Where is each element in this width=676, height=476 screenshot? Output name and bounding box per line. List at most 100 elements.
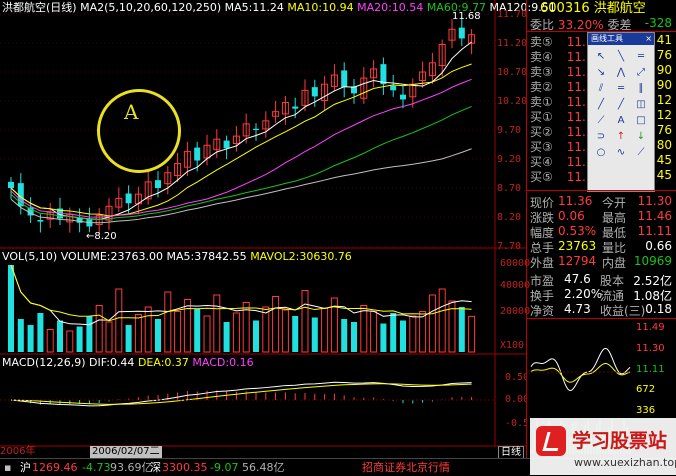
draw-tool-icon[interactable]: ╱ [591, 97, 611, 113]
watermark-title: 学习股票站 [572, 430, 668, 452]
buy-price: 11. [566, 170, 586, 184]
ma5-value: MA5:11.24 [224, 1, 284, 14]
date-cursor-label: 2006/02/07二 [90, 446, 162, 458]
buy-volume: 12 [656, 108, 672, 122]
stat-l2: 内盘 [602, 256, 627, 270]
volume-bar [223, 322, 230, 352]
low-price-label: ←8.20 [86, 231, 117, 242]
wecha-value: -328 [644, 16, 672, 30]
mini-tick: 336 [636, 405, 656, 416]
vol-ma5: MA5:37842.55 [166, 250, 247, 263]
draw-tool-icon[interactable]: ⫽ [591, 81, 611, 97]
sell-label: 卖② [530, 80, 553, 94]
volume-bar [390, 313, 397, 352]
sell-volume: 41 [656, 33, 672, 47]
ma20-value: MA20:10.54 [357, 1, 424, 14]
draw-tool-icon[interactable]: ⋀ [611, 65, 631, 81]
stat-v1: 11.36 [558, 194, 593, 208]
stat-l1: 外盘 [530, 256, 555, 270]
toolbox-grid: ↖ ╲ ═ ↘ ⋀ ⤢ ⫽ ═ ∥ ╱ ╱ ◫ ⟋ A □ ⊃ ↑ ↓ ○ ∿ ⟋ [591, 49, 651, 161]
fund-v1: 47.6 [564, 272, 591, 286]
volume-bar [125, 325, 132, 352]
webi-label: 委比 [530, 18, 555, 32]
draw-tool-icon[interactable]: ═ [611, 81, 631, 97]
watermark: 学习股票站 www.xuexizhan.top [530, 418, 676, 475]
volume-bar [380, 323, 387, 352]
draw-tool-icon[interactable]: ⟋ [631, 145, 651, 161]
stat-v2: 0.66 [645, 239, 672, 253]
volume-bar [155, 319, 161, 352]
draw-tool-icon[interactable]: ↘ [591, 65, 611, 81]
draw-tool-icon[interactable]: ○ [591, 145, 611, 161]
vol-tick: X100 [500, 340, 525, 351]
vol-mavol2: MAVOL2:30630.76 [250, 250, 352, 263]
buy-volume: 45 [656, 153, 672, 167]
fund-v1: 2.20% [564, 287, 603, 301]
fund-l2: 收益(三) [600, 304, 646, 318]
draw-tool-icon[interactable]: ╱ [611, 97, 631, 113]
draw-tool-icon[interactable]: ⟋ [591, 113, 611, 129]
watermark-logo-icon [536, 426, 566, 456]
sz-change: -9.07 [210, 461, 239, 474]
mini-tick: 11.49 [636, 322, 665, 333]
fund-row: 净资 4.73 收益(三) 0.18 [530, 302, 672, 318]
price-tick: 8.70 [497, 183, 522, 194]
draw-tool-icon[interactable]: ∥ [631, 81, 651, 97]
buy-price: 11. [566, 110, 586, 124]
macd-header: MACD(12,26,9) DIF:0.44 DEA:0.37 MACD:0.1… [2, 357, 254, 369]
draw-tool-icon[interactable]: ⤢ [631, 65, 651, 81]
sell-price: 11. [566, 35, 586, 49]
price-tick: 10.20 [497, 96, 528, 107]
draw-tool-icon[interactable]: ╲ [611, 49, 631, 65]
buy-volume: 45 [656, 168, 672, 182]
volume-bar [37, 313, 44, 352]
volume-bar [311, 317, 318, 352]
drawing-toolbox[interactable]: 画线工具 × ↖ ╲ ═ ↘ ⋀ ⤢ ⫽ ═ ∥ ╱ ╱ ◫ ⟋ A □ ⊃ ↑ ↓ ○ ∿ ⟋ [587, 32, 655, 192]
draw-tool-icon[interactable]: ↑ [611, 129, 631, 145]
draw-tool-icon[interactable]: ↖ [591, 49, 611, 65]
price-tick: 8.20 [497, 212, 522, 223]
macd-dif: DIF:0.44 [89, 356, 135, 369]
buy-label: 买② [530, 125, 553, 139]
price-tick: 9.20 [497, 154, 522, 165]
draw-tool-icon[interactable]: ⊃ [591, 129, 611, 145]
stat-row: 外盘 12794 内盘 10969 [530, 254, 672, 270]
vol-header: VOL(5,10) VOLUME:23763.00 MA5:37842.55 M… [2, 251, 352, 263]
high-price-label: 11.68 [452, 11, 481, 22]
sell-label: 卖① [530, 95, 553, 109]
quote-separator [527, 31, 676, 32]
draw-tool-icon[interactable]: ↓ [631, 129, 651, 145]
draw-tool-icon[interactable]: ∿ [611, 145, 631, 161]
volume-bar [253, 320, 259, 352]
webi-value: 33.20% [557, 18, 604, 32]
buy-volume: 76 [656, 123, 672, 137]
volume-bar [194, 308, 201, 352]
sell-label: 卖④ [530, 50, 553, 64]
price-tick: 11.20 [497, 38, 528, 49]
volume-bar [57, 320, 63, 352]
sz-amount: 56.48亿 [242, 461, 285, 474]
stat-v1: 0.53% [558, 224, 597, 238]
highlight-circle [97, 89, 181, 173]
volume-bar [27, 325, 34, 352]
stock-title: 洪都航空(日线) [2, 1, 77, 14]
stock-name: 洪都航空 [593, 1, 646, 16]
sell-volume: 76 [656, 48, 672, 62]
draw-tool-icon[interactable]: ◫ [631, 97, 651, 113]
stat-row: 现价 11.36 今开 11.30 [530, 194, 672, 210]
draw-tool-icon[interactable]: □ [631, 113, 651, 129]
stat-v1: 12794 [558, 254, 597, 268]
ma-params: MA2(5,10,20,60,120,250) [80, 1, 222, 14]
buy-price: 11. [566, 125, 586, 139]
price-tick: 10.70 [497, 67, 528, 78]
draw-tool-icon[interactable]: A [611, 113, 631, 129]
price-tick: 9.70 [497, 125, 522, 136]
candlestick-chart[interactable] [0, 0, 530, 458]
sell-volume: 90 [656, 63, 672, 77]
draw-tool-icon[interactable]: ═ [631, 49, 651, 65]
sz-index: 3300.35 [162, 461, 208, 474]
buy-price: 11. [566, 140, 586, 154]
volume-bar [341, 319, 348, 352]
vol-title: VOL(5,10) [2, 250, 58, 263]
close-icon[interactable]: × [645, 33, 654, 45]
